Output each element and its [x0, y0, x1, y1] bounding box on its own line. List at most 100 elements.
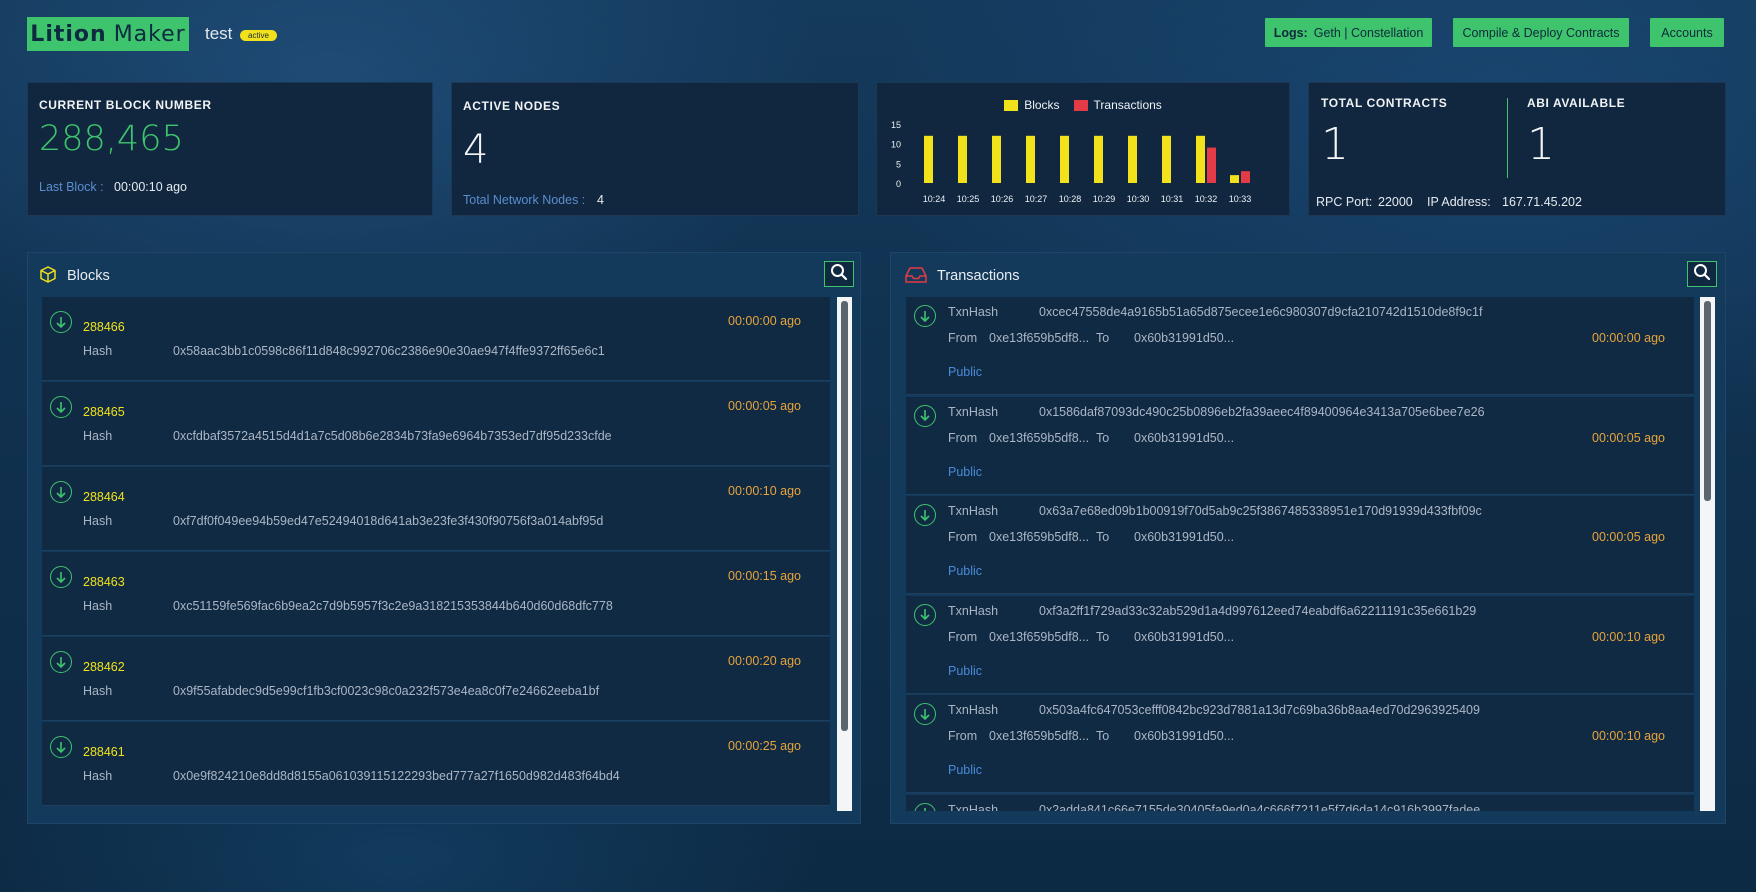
- transaction-time: 00:00:05 ago: [1592, 430, 1665, 445]
- total-contracts-value: 1: [1321, 119, 1349, 170]
- block-hash-value[interactable]: 0x9f55afabdec9d5e99cf1fb3cf0023c98c0a232…: [173, 684, 599, 698]
- from-address[interactable]: 0xe13f659b5df8...: [989, 331, 1089, 345]
- transaction-row[interactable]: TxnHash 0x63a7e68ed09b1b00919f70d5ab9c25f…: [906, 496, 1694, 594]
- block-hash-value[interactable]: 0xc51159fe569fac6b9ea2c7d9b5957f3c2e9a31…: [173, 599, 613, 613]
- txn-hash-value[interactable]: 0x63a7e68ed09b1b00919f70d5ab9c25f3867485…: [1039, 504, 1482, 518]
- arrow-down-icon: [50, 736, 72, 758]
- blocks-scrollbar[interactable]: [837, 297, 852, 811]
- public-link[interactable]: Public: [948, 664, 982, 678]
- public-link[interactable]: Public: [948, 564, 982, 578]
- block-hash-value[interactable]: 0xf7df0f049ee94b59ed47e52494018d641ab3e2…: [173, 514, 603, 528]
- to-address[interactable]: 0x60b31991d50...: [1134, 630, 1234, 644]
- block-time: 00:00:10 ago: [728, 484, 801, 498]
- inbox-icon: [905, 267, 927, 288]
- transactions-panel: Transactions TxnHash 0xcec47558de4a9165b5…: [890, 252, 1726, 824]
- txn-hash-value[interactable]: 0xcec47558de4a9165b51a65d875ecee1e6c9803…: [1039, 305, 1482, 319]
- blocks-list[interactable]: 288466 00:00:00 ago Hash 0x58aac3bb1c0598c8…: [42, 297, 830, 811]
- bar-blocks: [958, 135, 967, 183]
- transaction-row[interactable]: TxnHash 0xcec47558de4a9165b51a65d875ecee1…: [906, 297, 1694, 395]
- txn-hash-value[interactable]: 0xf3a2ff1f729ad33c32ab529d1a4d997612eed7…: [1039, 604, 1476, 618]
- bar-blocks: [1196, 135, 1205, 183]
- block-hash-value[interactable]: 0x0e9f824210e8dd8d8155a061039115122293be…: [173, 769, 620, 783]
- blocks-scrollbar-thumb[interactable]: [841, 301, 848, 731]
- block-row[interactable]: 288463 00:00:15 ago Hash 0xc51159fe569fac6b…: [42, 552, 830, 636]
- public-link[interactable]: Public: [948, 365, 982, 379]
- to-address[interactable]: 0x60b31991d50...: [1134, 431, 1234, 445]
- block-row[interactable]: 288464 00:00:10 ago Hash 0xf7df0f049ee94b59…: [42, 467, 830, 551]
- x-tick-label: 10:28: [1059, 194, 1082, 204]
- transaction-row[interactable]: TxnHash 0xf3a2ff1f729ad33c32ab529d1a4d997…: [906, 595, 1694, 694]
- total-network-nodes-label: Total Network Nodes :: [463, 193, 586, 207]
- block-row[interactable]: 288462 00:00:20 ago Hash 0x9f55afabdec9d5e9…: [42, 637, 830, 721]
- x-tick-label: 10:32: [1195, 194, 1218, 204]
- lition-maker-logo[interactable]: Lition Maker: [27, 17, 189, 51]
- block-number[interactable]: 288461: [83, 745, 125, 759]
- to-address[interactable]: 0x60b31991d50...: [1134, 729, 1234, 743]
- txn-hash-value[interactable]: 0x2adda841c66e7155de30405fa9ed0a4c666f72…: [1039, 803, 1480, 812]
- from-address[interactable]: 0xe13f659b5df8...: [989, 530, 1089, 544]
- block-number[interactable]: 288463: [83, 575, 125, 589]
- to-address[interactable]: 0x60b31991d50...: [1134, 331, 1234, 345]
- ip-address-label: IP Address:: [1427, 195, 1491, 209]
- accounts-button[interactable]: Accounts: [1650, 18, 1724, 47]
- transactions-scrollbar-thumb[interactable]: [1704, 301, 1711, 501]
- transactions-search-button[interactable]: [1687, 261, 1717, 287]
- from-address[interactable]: 0xe13f659b5df8...: [989, 630, 1089, 644]
- logs-button[interactable]: Logs: Geth | Constellation: [1265, 18, 1432, 47]
- block-hash-label: Hash: [83, 599, 113, 613]
- arrow-down-icon: [50, 481, 72, 503]
- to-label: To: [1096, 331, 1110, 345]
- search-icon: [830, 263, 848, 286]
- bar-blocks: [1128, 135, 1137, 183]
- transaction-row[interactable]: TxnHash 0x2adda841c66e7155de30405fa9ed0a4…: [906, 794, 1694, 812]
- public-link[interactable]: Public: [948, 763, 982, 777]
- arrow-down-icon: [50, 396, 72, 418]
- from-label: From: [948, 530, 978, 544]
- transactions-list[interactable]: TxnHash 0xcec47558de4a9165b51a65d875ecee1…: [906, 297, 1694, 811]
- from-address[interactable]: 0xe13f659b5df8...: [989, 431, 1089, 445]
- logs-label: Logs:: [1273, 25, 1308, 40]
- block-time: 00:00:00 ago: [728, 314, 801, 328]
- ip-address-value: 167.71.45.202: [1502, 195, 1582, 209]
- block-number[interactable]: 288465: [83, 405, 125, 419]
- to-address[interactable]: 0x60b31991d50...: [1134, 530, 1234, 544]
- current-block-label: CURRENT BLOCK NUMBER: [39, 98, 212, 112]
- cube-icon: [40, 266, 56, 288]
- compile-deploy-button[interactable]: Compile & Deploy Contracts: [1453, 18, 1629, 47]
- logo-bold-text: Lition: [30, 21, 107, 47]
- active-nodes-card: ACTIVE NODES 4 Total Network Nodes : 4: [451, 82, 859, 216]
- x-tick-label: 10:24: [923, 194, 946, 204]
- top-bar: Lition Maker test active Logs: Geth | Co…: [27, 17, 1756, 53]
- bar-transactions: [1207, 147, 1216, 183]
- block-hash-label: Hash: [83, 684, 113, 698]
- arrow-down-icon: [914, 603, 936, 626]
- block-number[interactable]: 288462: [83, 660, 125, 674]
- from-address[interactable]: 0xe13f659b5df8...: [989, 729, 1089, 743]
- block-hash-label: Hash: [83, 769, 113, 783]
- txn-hash-value[interactable]: 0x1586daf87093dc490c25b0896eb2fa39aeec4f…: [1039, 405, 1485, 419]
- block-row[interactable]: 288461 00:00:25 ago Hash 0x0e9f824210e8dd8d…: [42, 722, 830, 806]
- blocks-transactions-chart-card: Blocks Transactions 15 10 5 0 10:24 10:25 10:2…: [876, 82, 1290, 216]
- transaction-row[interactable]: TxnHash 0x1586daf87093dc490c25b0896eb2fa3…: [906, 396, 1694, 495]
- txn-hash-label: TxnHash: [948, 404, 999, 419]
- txn-hash-value[interactable]: 0x503a4fc647053cefff0842bc923d7881a13d7c…: [1039, 703, 1480, 717]
- total-network-nodes-value: 4: [597, 193, 604, 207]
- transactions-scrollbar[interactable]: [1700, 297, 1715, 811]
- block-time: 00:00:20 ago: [728, 654, 801, 668]
- block-row[interactable]: 288465 00:00:05 ago Hash 0xcfdbaf3572a4515d…: [42, 382, 830, 466]
- to-label: To: [1096, 430, 1110, 445]
- block-row[interactable]: 288466 00:00:00 ago Hash 0x58aac3bb1c0598c8…: [42, 297, 830, 381]
- block-number[interactable]: 288466: [83, 320, 125, 334]
- bar-blocks: [1060, 135, 1069, 183]
- block-number[interactable]: 288464: [83, 490, 125, 504]
- rpc-port-label: RPC Port:: [1316, 195, 1373, 209]
- blocks-panel-header: Blocks: [28, 253, 860, 297]
- block-hash-value[interactable]: 0x58aac3bb1c0598c86f11d848c992706c2386e9…: [173, 344, 605, 358]
- blocks-search-button[interactable]: [824, 261, 854, 287]
- logs-links[interactable]: Geth | Constellation: [1314, 26, 1424, 40]
- block-hash-value[interactable]: 0xcfdbaf3572a4515d4d1a7c5d08b6e2834b73fa…: [173, 429, 612, 443]
- transaction-row[interactable]: TxnHash 0x503a4fc647053cefff0842bc923d788…: [906, 695, 1694, 793]
- public-link[interactable]: Public: [948, 465, 982, 479]
- blocks-panel-title: Blocks: [67, 268, 110, 284]
- bar-blocks: [992, 135, 1001, 183]
